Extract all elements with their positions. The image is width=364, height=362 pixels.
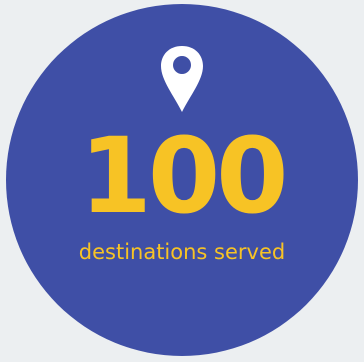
stat-caption: destinations served <box>78 240 286 264</box>
map-pin-icon <box>161 46 203 112</box>
stat-number: 100 <box>79 115 288 237</box>
